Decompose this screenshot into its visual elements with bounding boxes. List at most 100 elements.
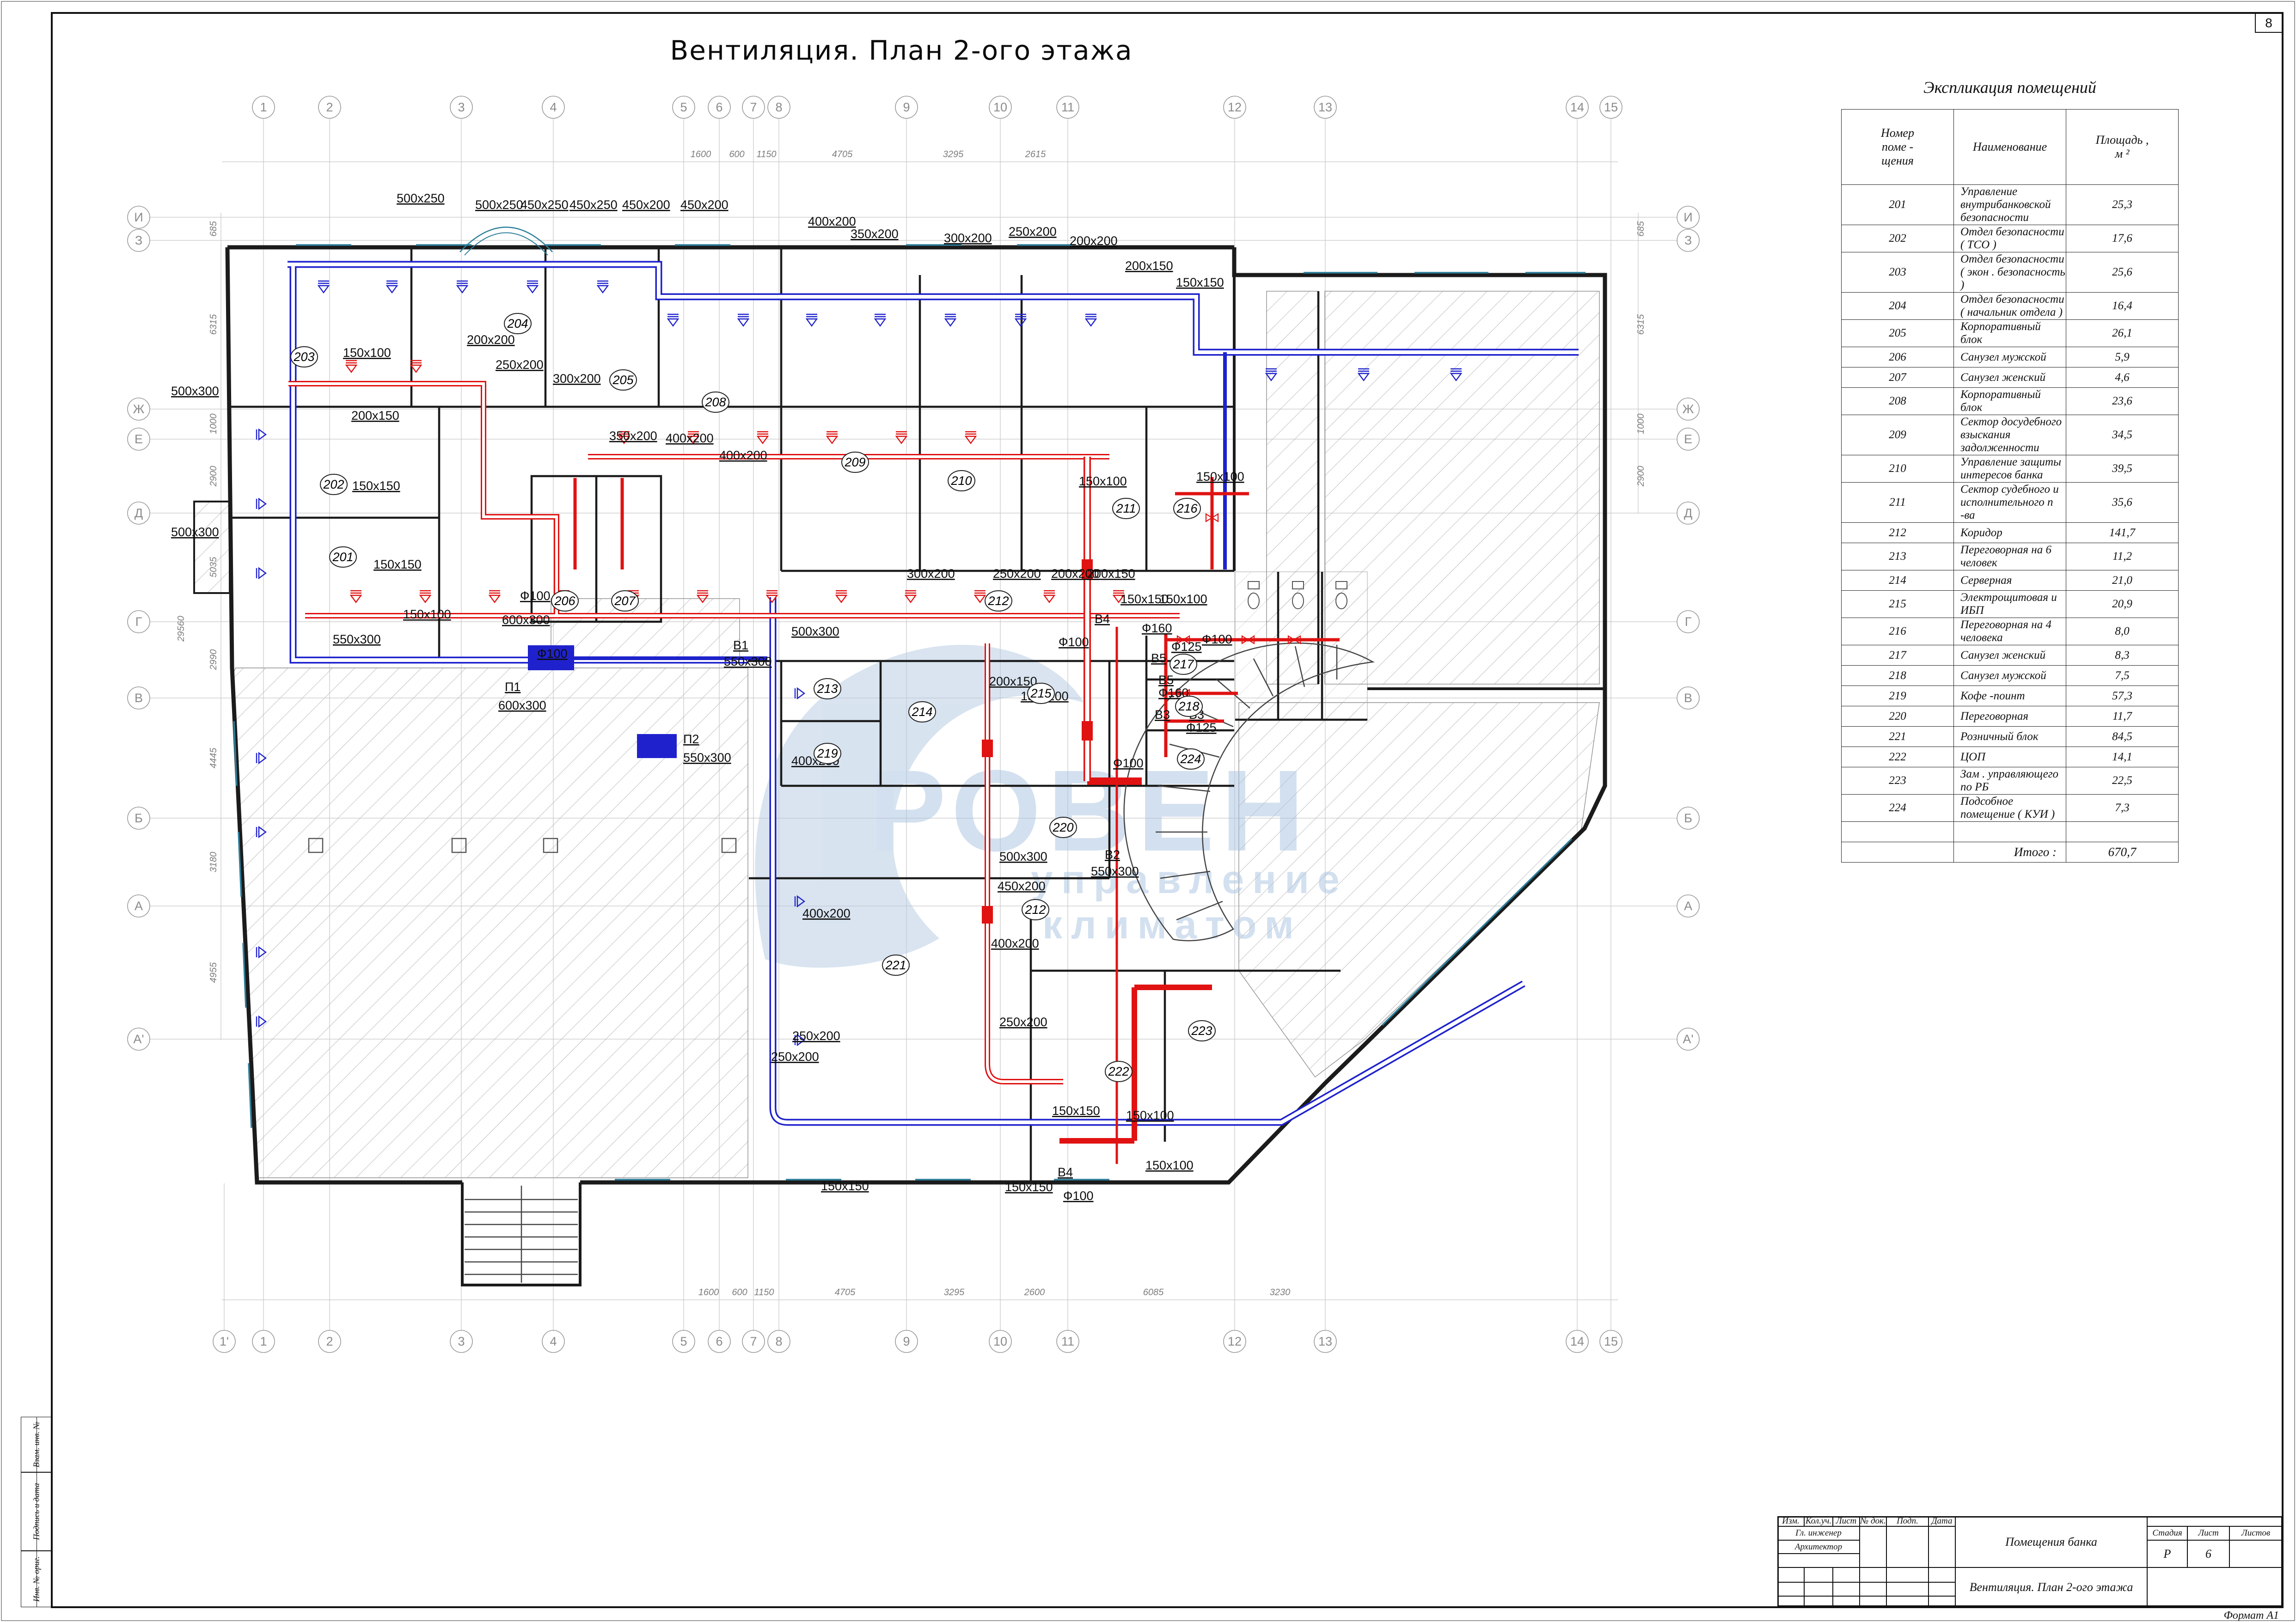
watermark-line1: управление [1031, 857, 1348, 902]
svg-text:6315: 6315 [1636, 314, 1646, 335]
staircase [465, 1186, 578, 1283]
svg-text:А: А [135, 899, 143, 913]
svg-text:217: 217 [1172, 657, 1194, 671]
room-bubble: 210 [948, 471, 975, 491]
svg-text:223: 223 [1191, 1024, 1212, 1038]
svg-text:2990: 2990 [208, 649, 219, 671]
svg-text:400x200: 400x200 [666, 431, 714, 445]
room-bubble: 211 [1113, 498, 1139, 519]
room-bubble: 212 [985, 591, 1012, 611]
svg-text:13: 13 [1318, 100, 1332, 114]
svg-text:В2: В2 [1105, 848, 1120, 862]
room-bubble: 201 [330, 547, 356, 567]
room-bubble: 214 [909, 702, 936, 722]
svg-text:550x300: 550x300 [1091, 864, 1139, 878]
svg-text:218: 218 [1178, 699, 1199, 713]
svg-text:Ф100: Ф100 [1063, 1189, 1094, 1203]
svg-text:А': А' [1683, 1032, 1693, 1046]
svg-text:11: 11 [1061, 100, 1074, 114]
floor-plan: 12 34 56 78 910 1112 1314 15 1'1 23 45 6… [0, 0, 2296, 1622]
svg-text:300x200: 300x200 [944, 231, 992, 245]
svg-text:250x200: 250x200 [496, 358, 544, 372]
svg-text:500x250: 500x250 [397, 191, 445, 205]
svg-text:200x150: 200x150 [351, 409, 399, 422]
svg-text:216: 216 [1176, 502, 1198, 515]
svg-text:2600: 2600 [1024, 1287, 1045, 1298]
svg-text:211: 211 [1115, 502, 1136, 515]
svg-text:150x100: 150x100 [1079, 474, 1127, 488]
svg-text:150x100: 150x100 [1145, 1158, 1194, 1172]
svg-text:Ф100: Ф100 [520, 589, 551, 603]
svg-text:Ф160: Ф160 [1142, 621, 1172, 635]
svg-text:500x300: 500x300 [791, 624, 839, 638]
svg-text:210: 210 [950, 474, 972, 488]
svg-text:1000: 1000 [208, 414, 219, 435]
svg-text:150x150: 150x150 [1052, 1104, 1100, 1118]
svg-text:3: 3 [458, 100, 465, 114]
svg-text:215: 215 [1030, 686, 1052, 700]
svg-text:14: 14 [1570, 100, 1584, 114]
svg-text:6: 6 [716, 100, 722, 114]
svg-text:Ф100: Ф100 [1202, 632, 1232, 646]
supply-unit-p2 [637, 734, 677, 758]
svg-text:2900: 2900 [208, 466, 219, 487]
svg-text:З: З [135, 233, 142, 247]
svg-text:250x200: 250x200 [792, 1029, 840, 1043]
svg-text:2900: 2900 [1636, 466, 1646, 487]
room-bubble: 222 [1105, 1061, 1132, 1082]
svg-text:9: 9 [903, 100, 910, 114]
room-bubble: 219 [814, 743, 841, 764]
svg-text:4445: 4445 [208, 747, 219, 768]
svg-text:213: 213 [816, 682, 838, 696]
svg-text:Б: Б [135, 811, 143, 825]
svg-text:6: 6 [716, 1334, 722, 1348]
room-bubble: 224 [1177, 749, 1204, 769]
svg-text:З: З [1684, 233, 1692, 247]
svg-text:200x150: 200x150 [1125, 259, 1173, 273]
svg-text:209: 209 [844, 455, 865, 469]
svg-text:450x250: 450x250 [569, 198, 618, 212]
svg-text:1150: 1150 [756, 149, 776, 159]
svg-text:В: В [135, 691, 143, 705]
svg-text:9: 9 [903, 1334, 910, 1348]
dimensions-top: 1600600 11504705 32952615 [691, 149, 1046, 159]
svg-text:В5: В5 [1151, 651, 1166, 665]
drawing-sheet: 8 Вентиляция. План 2-ого этажа Формат А1… [0, 0, 2296, 1622]
svg-text:4705: 4705 [832, 149, 853, 159]
exhaust-grilles [346, 361, 1300, 697]
svg-text:2: 2 [326, 1334, 333, 1348]
room-bubble: 208 [702, 392, 729, 412]
svg-text:150x100: 150x100 [1159, 592, 1207, 606]
svg-text:В: В [1684, 691, 1692, 705]
svg-text:219: 219 [816, 747, 838, 760]
svg-text:250x200: 250x200 [993, 567, 1041, 581]
svg-text:500x300: 500x300 [171, 525, 219, 539]
svg-text:В5: В5 [1158, 673, 1174, 687]
svg-text:550x300: 550x300 [724, 655, 772, 668]
svg-text:10: 10 [993, 100, 1007, 114]
svg-text:600x300: 600x300 [502, 613, 550, 627]
room-bubble: 223 [1188, 1021, 1215, 1041]
svg-text:И: И [134, 210, 143, 224]
svg-text:212: 212 [1024, 903, 1046, 917]
svg-text:15: 15 [1604, 1334, 1618, 1348]
svg-text:5: 5 [680, 1334, 687, 1348]
room-bubble: 216 [1174, 498, 1200, 519]
svg-text:150x100: 150x100 [1196, 470, 1244, 484]
svg-text:Е: Е [135, 432, 143, 446]
svg-text:8: 8 [775, 1334, 782, 1348]
svg-text:1000: 1000 [1636, 414, 1646, 435]
svg-text:350x200: 350x200 [851, 227, 899, 241]
svg-text:1: 1 [260, 100, 267, 114]
svg-text:221: 221 [885, 958, 906, 972]
svg-text:Г: Г [135, 615, 142, 629]
svg-text:Д: Д [135, 506, 143, 520]
svg-text:200x150: 200x150 [1087, 567, 1135, 581]
svg-text:600: 600 [732, 1287, 747, 1298]
svg-text:150x100: 150x100 [1126, 1108, 1174, 1122]
svg-text:550x300: 550x300 [683, 751, 731, 765]
svg-text:1600: 1600 [698, 1287, 719, 1298]
svg-text:7: 7 [750, 1334, 757, 1348]
svg-text:Ф100: Ф100 [1113, 756, 1144, 770]
svg-text:400x200: 400x200 [719, 448, 767, 462]
